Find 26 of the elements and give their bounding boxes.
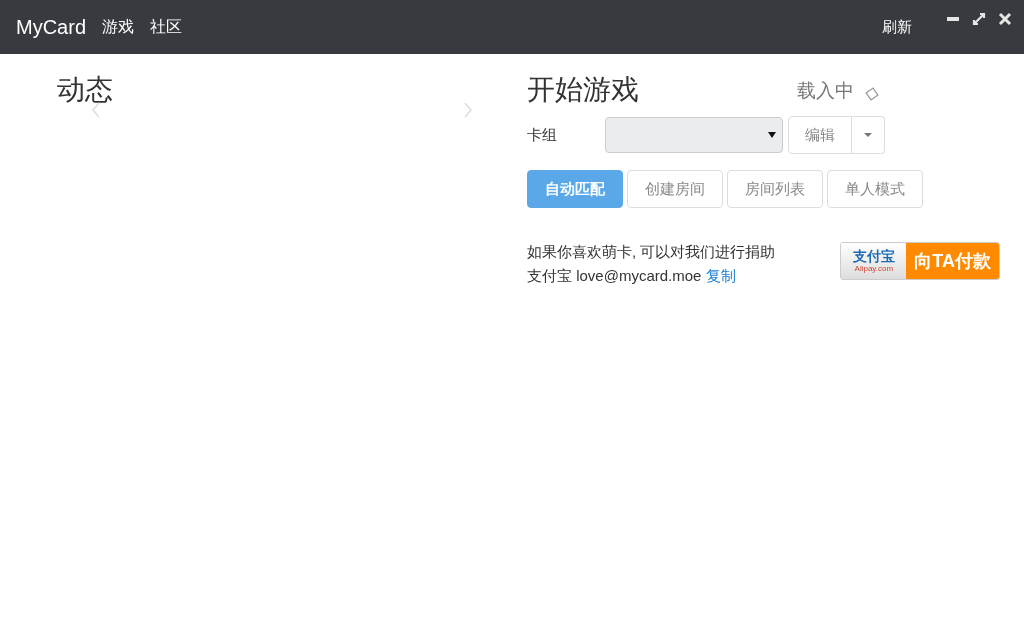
section-title: 动态: [57, 73, 114, 107]
nav-link[interactable]: 游戏: [102, 16, 134, 38]
mode-button[interactable]: 创建房间: [627, 170, 723, 208]
maximize-icon[interactable]: [972, 12, 986, 26]
mode-button[interactable]: 自动匹配: [527, 170, 623, 208]
alipay-button[interactable]: 支付宝 Alipay.com 向TA付款: [840, 242, 1000, 280]
close-icon[interactable]: [998, 12, 1012, 26]
mode-button[interactable]: 单人模式: [827, 170, 923, 208]
diamond-icon: [864, 86, 880, 102]
mode-button[interactable]: 房间列表: [727, 170, 823, 208]
nav-link[interactable]: 社区: [150, 16, 182, 38]
alipay-logo-text: 支付宝: [852, 249, 895, 264]
alipay-account: 支付宝 love@mycard.moe: [527, 267, 702, 284]
donate-text: 如果你喜欢萌卡, 可以对我们进行捐助: [527, 242, 776, 262]
loading-text: 载入中: [797, 79, 854, 103]
alipay-logo-subtext: Alipay.com: [854, 264, 894, 273]
refresh-link[interactable]: 刷新: [882, 17, 912, 37]
caret-icon: [864, 132, 872, 138]
caret-icon: [768, 132, 776, 138]
copy-link[interactable]: 复制: [705, 267, 736, 284]
edit-button[interactable]: 编辑: [788, 116, 852, 154]
brand-logo[interactable]: MyCard: [16, 15, 86, 39]
section-title: 开始游戏: [527, 73, 639, 107]
chevron-left-icon[interactable]: [91, 102, 101, 118]
deck-label: 卡组: [527, 125, 558, 145]
pay-label: 向TA付款: [906, 243, 999, 279]
